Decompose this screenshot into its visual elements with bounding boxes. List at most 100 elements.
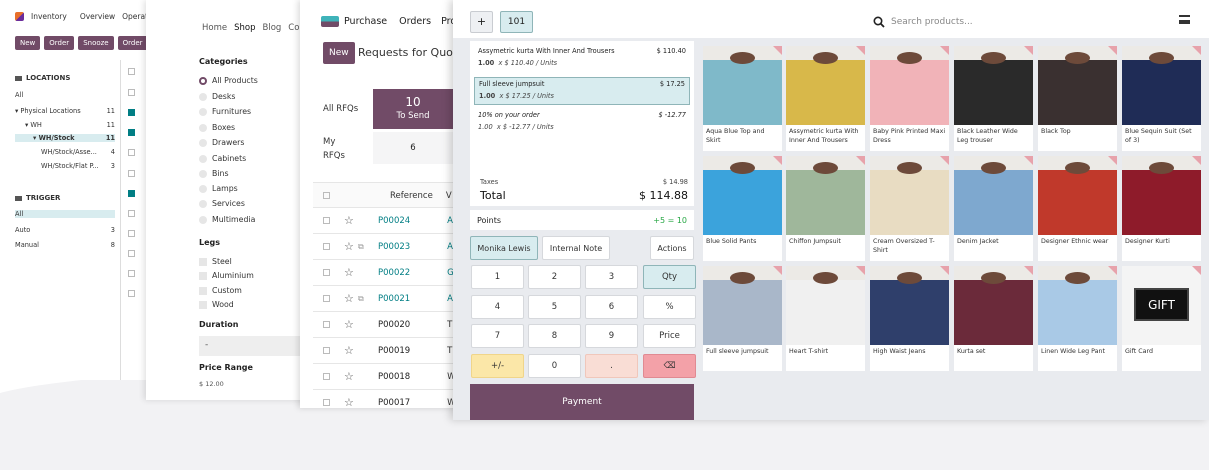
order-tab[interactable]: 101 xyxy=(500,11,533,33)
info-icon[interactable] xyxy=(773,266,782,275)
row-reference[interactable]: P00022 xyxy=(378,268,410,278)
product-card[interactable]: Denim Jacket xyxy=(954,156,1033,261)
info-icon[interactable] xyxy=(1024,156,1033,165)
category-option[interactable]: Furnitures xyxy=(199,107,251,116)
row-checkbox[interactable] xyxy=(128,149,135,156)
info-icon[interactable] xyxy=(856,266,865,275)
row-reference[interactable]: P00023 xyxy=(378,242,410,252)
product-card[interactable]: Chiffon Jumpsuit xyxy=(786,156,865,261)
numpad-key-0[interactable]: 0 xyxy=(528,354,581,378)
table-row[interactable]: ☆ ⧉ P00023 A xyxy=(313,233,470,259)
product-card[interactable]: Aqua Blue Top and Skirt xyxy=(703,46,782,151)
table-row[interactable]: ☆ P00022 G xyxy=(313,259,470,285)
product-card[interactable]: Blue Solid Pants xyxy=(703,156,782,261)
numpad-key-price[interactable]: Price xyxy=(643,324,696,348)
product-card[interactable]: Baby Pink Printed Maxi Dress xyxy=(870,46,949,151)
product-card[interactable]: Heart T-shirt xyxy=(786,266,865,371)
menu-overview[interactable]: Overview xyxy=(80,12,115,21)
product-card[interactable]: GIFT Gift Card xyxy=(1122,266,1201,371)
row-reference[interactable]: P00020 xyxy=(378,320,410,330)
location-assembly[interactable]: WH/Stock/Asse... 4 xyxy=(15,148,115,156)
internal-note-button[interactable]: Internal Note xyxy=(542,236,610,260)
order-line-discount[interactable]: 10% on your order $ -12.77 1.00 x $ -12.7… xyxy=(474,111,690,131)
table-row[interactable]: ☆ P00020 T xyxy=(313,311,470,337)
category-option[interactable]: Boxes xyxy=(199,123,235,132)
order-line-selected[interactable]: Full sleeve jumpsuit $ 17.25 1.00 x $ 17.… xyxy=(474,77,690,105)
star-icon[interactable]: ☆ xyxy=(344,318,358,331)
info-icon[interactable] xyxy=(1024,266,1033,275)
nav-home[interactable]: Home xyxy=(202,23,227,33)
snooze-button[interactable]: Snooze xyxy=(78,36,114,50)
customer-button[interactable]: Monika Lewis xyxy=(470,236,538,260)
info-icon[interactable] xyxy=(1108,156,1117,165)
nav-contact[interactable]: Co xyxy=(288,23,299,33)
row-checkbox[interactable] xyxy=(128,250,135,257)
star-icon[interactable]: ☆ xyxy=(344,396,358,408)
category-option[interactable]: Cabinets xyxy=(199,154,246,163)
category-option[interactable]: Drawers xyxy=(199,138,244,147)
product-card[interactable]: Blue Sequin Suit (Set of 3) xyxy=(1122,46,1201,151)
product-card[interactable]: Black Top xyxy=(1038,46,1117,151)
new-button[interactable]: New xyxy=(15,36,41,50)
category-option[interactable]: Lamps xyxy=(199,184,238,193)
search-input[interactable]: Search products... xyxy=(891,17,973,27)
row-checkbox[interactable] xyxy=(128,129,135,136)
row-checkbox[interactable] xyxy=(128,190,135,197)
search-bar[interactable]: Search products... xyxy=(873,11,1118,33)
product-card[interactable]: Assymetric kurta With Inner And Trousers xyxy=(786,46,865,151)
category-option[interactable]: Bins xyxy=(199,169,229,178)
product-card[interactable]: Designer Ethnic wear xyxy=(1038,156,1117,261)
table-row[interactable]: ☆ P00017 W xyxy=(313,389,470,408)
row-checkbox[interactable] xyxy=(128,170,135,177)
row-checkbox[interactable] xyxy=(128,109,135,116)
numpad-key-dot[interactable]: . xyxy=(585,354,638,378)
numpad-key-plusminus[interactable]: +/- xyxy=(471,354,524,378)
info-icon[interactable] xyxy=(940,266,949,275)
row-checkbox[interactable] xyxy=(323,269,330,276)
row-checkbox[interactable] xyxy=(128,68,135,75)
product-card[interactable]: Designer Kurti xyxy=(1122,156,1201,261)
row-reference[interactable]: P00017 xyxy=(378,398,410,408)
trigger-all[interactable]: All xyxy=(15,210,115,218)
hamburger-menu-icon[interactable] xyxy=(1179,15,1190,24)
info-icon[interactable] xyxy=(773,46,782,55)
numpad-key-4[interactable]: 4 xyxy=(471,295,524,319)
category-option[interactable]: Services xyxy=(199,199,245,208)
location-wh-stock[interactable]: ▾ WH/Stock 11 xyxy=(15,134,115,142)
legs-option[interactable]: Steel xyxy=(199,257,232,266)
info-icon[interactable] xyxy=(1108,266,1117,275)
trigger-manual[interactable]: Manual 8 xyxy=(15,241,115,249)
row-checkbox[interactable] xyxy=(323,243,330,250)
table-row[interactable]: ☆ P00024 A xyxy=(313,207,470,233)
table-row[interactable]: ☆ P00018 W xyxy=(313,363,470,389)
row-checkbox[interactable] xyxy=(323,321,330,328)
payment-button[interactable]: Payment xyxy=(470,384,694,420)
star-icon[interactable]: ☆ xyxy=(344,344,358,357)
new-order-button[interactable]: + xyxy=(470,11,493,33)
info-icon[interactable] xyxy=(1192,156,1201,165)
order-once-button[interactable]: Order xyxy=(117,36,148,50)
product-card[interactable]: High Waist Jeans xyxy=(870,266,949,371)
trigger-auto[interactable]: Auto 3 xyxy=(15,226,115,234)
row-checkbox[interactable] xyxy=(323,373,330,380)
actions-button[interactable]: Actions xyxy=(650,236,694,260)
numpad-key-percent[interactable]: % xyxy=(643,295,696,319)
legs-option[interactable]: Aluminium xyxy=(199,271,254,280)
info-icon[interactable] xyxy=(856,156,865,165)
star-icon[interactable]: ☆ xyxy=(344,214,358,227)
info-icon[interactable] xyxy=(1108,46,1117,55)
row-reference[interactable]: P00024 xyxy=(378,216,410,226)
location-all[interactable]: All xyxy=(15,91,115,99)
category-option[interactable]: All Products xyxy=(199,76,258,85)
order-line[interactable]: Assymetric kurta With Inner And Trousers… xyxy=(474,47,690,67)
row-checkbox[interactable] xyxy=(128,210,135,217)
row-checkbox[interactable] xyxy=(128,270,135,277)
legs-option[interactable]: Custom xyxy=(199,286,242,295)
location-wh[interactable]: ▾ WH 11 xyxy=(15,121,115,129)
column-reference[interactable]: Reference xyxy=(390,191,433,201)
duration-select[interactable]: - xyxy=(199,336,316,356)
row-checkbox[interactable] xyxy=(128,230,135,237)
star-icon[interactable]: ☆ xyxy=(344,266,358,279)
order-button[interactable]: Order xyxy=(44,36,75,50)
row-checkbox[interactable] xyxy=(323,217,330,224)
